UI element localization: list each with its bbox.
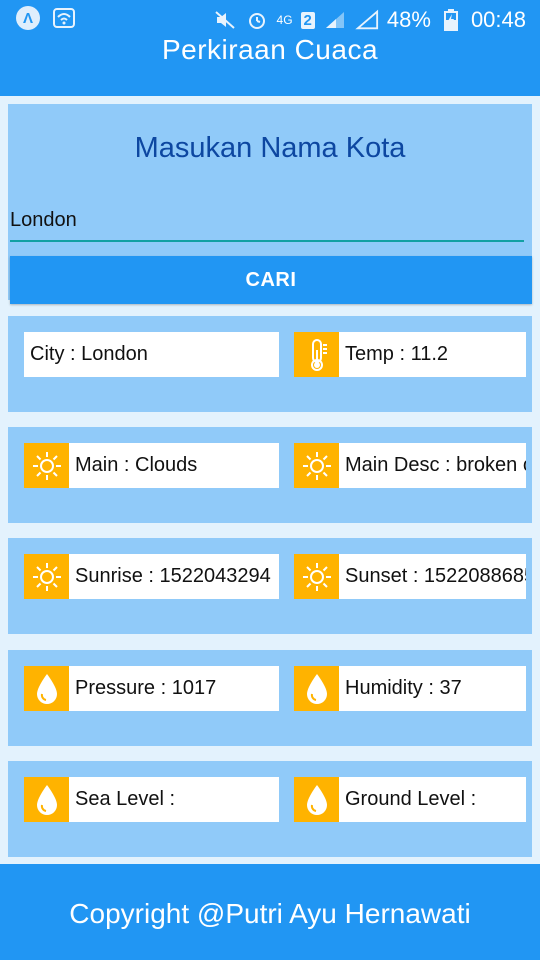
copyright-text: Copyright @Putri Ayu Hernawati xyxy=(69,898,471,929)
weather-row-2: Main : Clouds Main Desc : broken clouds xyxy=(8,427,532,523)
network-type-label: 4G xyxy=(276,12,293,27)
sim-indicator: 2 xyxy=(300,11,315,29)
temp-label: Temp : 11.2 xyxy=(345,343,449,365)
mute-icon xyxy=(213,8,237,32)
main-label: Main : Clouds xyxy=(75,454,198,476)
sun-icon xyxy=(294,443,339,488)
weather-row-1: City : London Temp : 11.2 xyxy=(8,316,532,412)
signal-icon-2 xyxy=(355,8,379,32)
main-content: Masukan Nama Kota CARI City : London Tem… xyxy=(0,96,540,864)
pressure-label: Pressure : 1017 xyxy=(75,677,217,699)
weather-row-4: Pressure : 1017 Humidity : 37 xyxy=(8,650,532,746)
sunset-card: Sunset : 1522088685 xyxy=(294,554,526,599)
sea-level-card: Sea Level : xyxy=(24,777,279,822)
sea-level-label: Sea Level : xyxy=(75,788,176,810)
water-drop-icon xyxy=(294,777,339,822)
water-drop-icon xyxy=(294,666,339,711)
app-title: Perkiraan Cuaca xyxy=(161,34,379,65)
city-label: City : London xyxy=(30,343,148,365)
main-card: Main : Clouds xyxy=(24,443,279,488)
notification-app-icon: Λ xyxy=(16,6,40,30)
main-desc-label: Main Desc : broken clouds xyxy=(345,454,526,476)
main-desc-card: Main Desc : broken clouds xyxy=(294,443,526,488)
search-card: Masukan Nama Kota CARI xyxy=(8,104,532,304)
sunrise-label: Sunrise : 1522043294 xyxy=(75,565,271,587)
ground-level-label: Ground Level : xyxy=(345,788,477,810)
water-drop-icon xyxy=(24,777,69,822)
clock-time: 00:48 xyxy=(470,7,526,32)
temp-card: Temp : 11.2 xyxy=(294,332,526,377)
sun-icon xyxy=(294,554,339,599)
pressure-card: Pressure : 1017 xyxy=(24,666,279,711)
battery-percent: 48% xyxy=(386,7,431,32)
weather-row-3: Sunrise : 1522043294 Sunset : 1522088685 xyxy=(8,538,532,634)
weather-row-5: Sea Level : Ground Level : xyxy=(8,761,532,857)
humidity-label: Humidity : 37 xyxy=(345,677,462,699)
sunset-label: Sunset : 1522088685 xyxy=(345,565,526,587)
signal-icon xyxy=(323,8,347,32)
city-card: City : London xyxy=(24,332,279,377)
app-bar: Perkiraan Cuaca xyxy=(0,34,540,96)
search-button[interactable]: CARI xyxy=(10,256,532,304)
footer: Copyright @Putri Ayu Hernawati xyxy=(0,864,540,960)
sunrise-card: Sunrise : 1522043294 xyxy=(24,554,279,599)
sun-icon xyxy=(24,443,69,488)
ground-level-card: Ground Level : xyxy=(294,777,526,822)
city-name-input[interactable] xyxy=(10,200,524,242)
water-drop-icon xyxy=(24,666,69,711)
city-prompt-label: Masukan Nama Kota xyxy=(134,132,406,164)
thermometer-icon xyxy=(294,332,339,377)
battery-charging-icon xyxy=(439,8,463,32)
humidity-card: Humidity : 37 xyxy=(294,666,526,711)
alarm-icon xyxy=(245,8,269,32)
wifi-notification-icon xyxy=(52,6,76,30)
sun-icon xyxy=(24,554,69,599)
